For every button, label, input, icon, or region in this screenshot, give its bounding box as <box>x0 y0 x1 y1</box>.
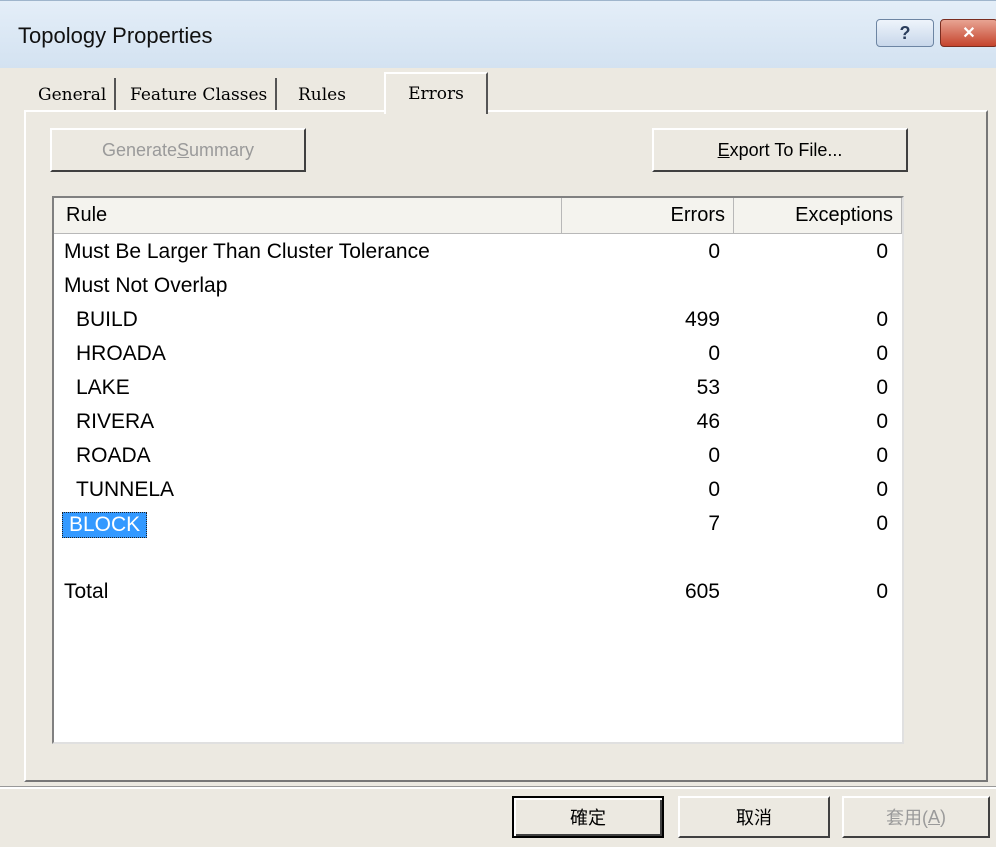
column-header-rule[interactable]: Rule <box>54 198 562 234</box>
table-row[interactable]: Must Be Larger Than Cluster Tolerance 0 … <box>54 236 902 270</box>
rule-cell: ROADA <box>76 444 151 467</box>
errors-table[interactable]: Rule Errors Exceptions Must Be Larger Th… <box>52 196 904 744</box>
column-header-errors[interactable]: Errors <box>562 198 734 234</box>
errors-cell: 0 <box>708 478 720 501</box>
table-row[interactable]: RIVERA 46 0 <box>54 406 902 440</box>
topology-properties-dialog: Topology Properties ? ✕ General Feature … <box>0 0 996 847</box>
exceptions-cell: 0 <box>876 240 888 263</box>
apply-label-prefix: 套用( <box>885 808 928 828</box>
cancel-button[interactable]: 取消 <box>678 796 830 838</box>
rule-cell: BLOCK <box>62 512 148 538</box>
table-row[interactable]: BUILD 499 0 <box>54 304 902 338</box>
close-button[interactable]: ✕ <box>940 19 996 47</box>
tab-errors[interactable]: Errors <box>384 72 488 114</box>
rule-cell: BUILD <box>76 308 138 331</box>
apply-label-suffix: ) <box>940 806 946 827</box>
window-title: Topology Properties <box>18 23 213 48</box>
export-label-suffix: xport To File... <box>729 139 843 160</box>
exceptions-cell: 0 <box>876 376 888 399</box>
errors-cell: 53 <box>696 376 720 399</box>
errors-cell: 0 <box>708 240 720 263</box>
apply-button[interactable]: 套用(A) <box>842 796 990 838</box>
total-errors: 605 <box>684 580 720 603</box>
apply-label-mnemonic: A <box>927 806 940 827</box>
tab-feature-classes[interactable]: Feature Classes <box>122 78 278 112</box>
exceptions-cell: 0 <box>876 308 888 331</box>
table-row-selected[interactable]: BLOCK 7 0 <box>54 508 902 542</box>
table-row[interactable]: LAKE 53 0 <box>54 372 902 406</box>
table-row[interactable]: Must Not Overlap <box>54 270 902 304</box>
exceptions-cell: 0 <box>876 342 888 365</box>
exceptions-cell: 0 <box>876 478 888 501</box>
column-header-exceptions[interactable]: Exceptions <box>734 198 902 234</box>
generate-summary-label-prefix: Generate <box>101 139 178 160</box>
exceptions-cell: 0 <box>876 410 888 433</box>
total-row[interactable]: Total 605 0 <box>54 576 902 610</box>
generate-summary-button[interactable]: Generate Summary <box>50 128 306 172</box>
title-bar[interactable]: Topology Properties ? ✕ <box>0 0 996 68</box>
table-row[interactable]: ROADA 0 0 <box>54 440 902 474</box>
export-to-file-button[interactable]: Export To File... <box>652 128 908 172</box>
errors-cell: 46 <box>696 410 720 433</box>
generate-summary-label-suffix: ummary <box>189 139 255 160</box>
rule-cell: RIVERA <box>76 410 155 433</box>
tab-general[interactable]: General <box>30 78 117 112</box>
exceptions-cell: 0 <box>876 444 888 467</box>
table-header: Rule Errors Exceptions <box>54 198 902 236</box>
table-row[interactable]: HROADA 0 0 <box>54 338 902 372</box>
table-row[interactable]: TUNNELA 0 0 <box>54 474 902 508</box>
rule-cell: HROADA <box>76 342 166 365</box>
tab-rules[interactable]: Rules <box>290 78 354 112</box>
total-label: Total <box>64 580 109 603</box>
close-icon: ✕ <box>962 25 976 42</box>
errors-cell: 7 <box>708 512 720 535</box>
rule-cell: Must Not Overlap <box>64 274 228 297</box>
rule-cell: LAKE <box>76 376 130 399</box>
errors-cell: 499 <box>684 308 720 331</box>
exceptions-cell: 0 <box>876 512 888 535</box>
generate-summary-label-mnemonic: S <box>177 139 190 160</box>
total-exceptions: 0 <box>876 580 888 603</box>
ok-button[interactable]: 確定 <box>512 796 664 838</box>
export-label-mnemonic: E <box>717 139 730 160</box>
errors-cell: 0 <box>708 444 720 467</box>
help-button[interactable]: ? <box>876 19 934 47</box>
rule-cell: TUNNELA <box>76 478 175 501</box>
errors-cell: 0 <box>708 342 720 365</box>
rule-cell: Must Be Larger Than Cluster Tolerance <box>64 240 430 263</box>
footer-divider <box>0 786 996 789</box>
